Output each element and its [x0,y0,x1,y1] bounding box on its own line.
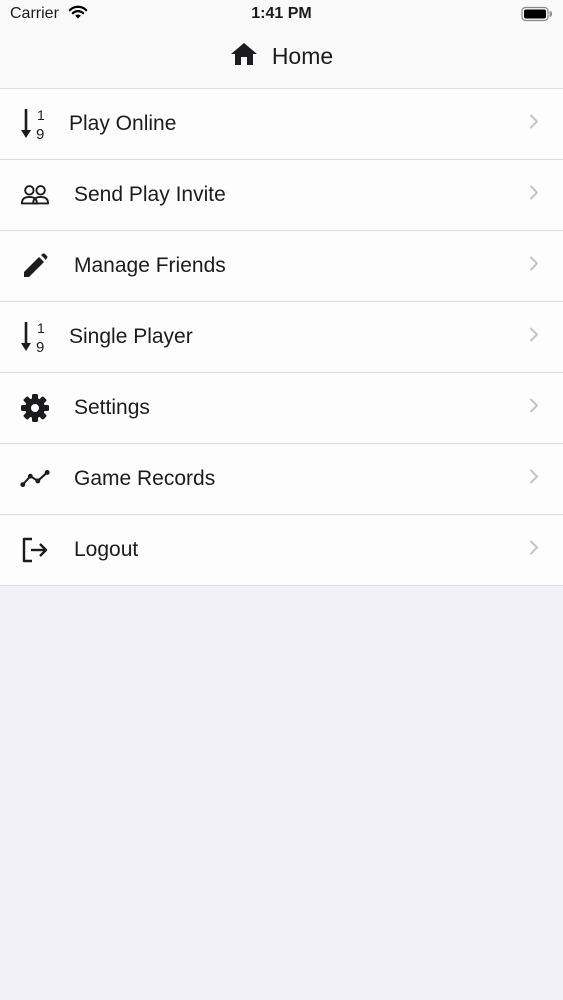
sort-numeric-icon: 1 9 [20,320,50,355]
svg-text:1: 1 [37,320,45,336]
menu-item-label: Single Player [69,325,193,348]
page-title: Home [271,43,334,69]
chevron-right-icon [529,185,539,206]
svg-text:9: 9 [36,339,44,355]
line-chart-icon [20,462,50,496]
home-icon [230,42,258,71]
chevron-right-icon [529,398,539,419]
battery-icon [521,6,553,27]
menu-item-label: Manage Friends [74,254,226,277]
logout-icon [20,533,50,567]
sort-numeric-icon: 1 9 [20,107,50,142]
menu-item-send-play-invite[interactable]: Send Play Invite [0,160,563,231]
menu-item-single-player[interactable]: 1 9 Single Player [0,302,563,373]
menu-item-label: Send Play Invite [74,183,226,206]
gear-icon [20,391,50,425]
menu-item-manage-friends[interactable]: Manage Friends [0,231,563,302]
menu-item-game-records[interactable]: Game Records [0,444,563,515]
people-icon [20,178,50,212]
top-bar: Carrier 1:41 PM Home [0,0,563,88]
chevron-right-icon [529,469,539,490]
status-time: 1:41 PM [251,5,312,22]
menu-item-label: Settings [74,396,150,419]
menu-item-logout[interactable]: Logout [0,515,563,586]
menu-item-settings[interactable]: Settings [0,373,563,444]
pencil-icon [20,249,50,283]
menu-item-label: Game Records [74,467,216,490]
nav-title: Home [0,42,563,71]
svg-text:1: 1 [37,107,45,123]
menu-item-label: Logout [74,538,139,561]
chevron-right-icon [529,256,539,277]
chevron-right-icon [529,114,539,135]
svg-text:9: 9 [36,126,44,142]
menu-item-play-online[interactable]: 1 9 Play Online [0,89,563,160]
menu-list: 1 9 Play Online Send Play Invite Manage … [0,88,563,586]
menu-item-label: Play Online [69,112,177,135]
status-bar: Carrier 1:41 PM [0,0,563,30]
chevron-right-icon [529,327,539,348]
chevron-right-icon [529,540,539,561]
